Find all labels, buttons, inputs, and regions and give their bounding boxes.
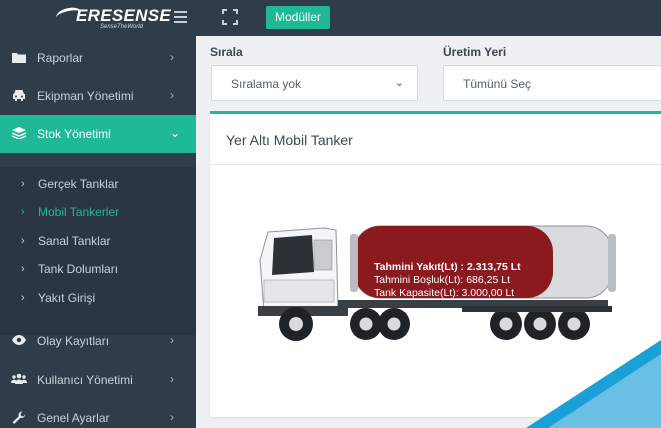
- chevron-right-icon: ›: [170, 333, 174, 347]
- sidebar-item-reports[interactable]: Raporlar ›: [0, 39, 196, 77]
- submenu-item-label: Tank Dolumları: [38, 262, 119, 276]
- submenu-item-tank-fillings[interactable]: › Tank Dolumları: [0, 256, 196, 284]
- chevron-right-icon: ›: [21, 235, 25, 247]
- tank-info-overlay: Tahmini Yakıt(Lt) : 2.313,75 Lt Tahmini …: [374, 261, 554, 300]
- estimated-space-text: Tahmini Boşluk(Lt): 686,25 Lt: [374, 274, 510, 286]
- chevron-right-icon: ›: [21, 292, 25, 304]
- sort-select[interactable]: Sıralama yok ⌄: [211, 65, 418, 101]
- chevron-down-icon: ⌄: [394, 77, 404, 89]
- production-site-select[interactable]: Tümünü Seç: [443, 65, 661, 101]
- submenu-item-label: Sanal Tanklar: [38, 234, 111, 248]
- folder-icon: [11, 51, 27, 65]
- sidebar-item-label: Ekipman Yönetimi: [37, 89, 134, 103]
- chevron-right-icon: ›: [21, 263, 25, 275]
- modules-button[interactable]: Modüller: [266, 6, 331, 29]
- fullscreen-icon[interactable]: [222, 9, 238, 25]
- sidebar-item-label: Raporlar: [37, 51, 84, 65]
- wrench-icon: [11, 411, 27, 425]
- chevron-right-icon: ›: [21, 206, 25, 218]
- sidebar: Raporlar › Ekipman Yönetimi › Stok Yönet…: [0, 36, 196, 428]
- tank-capacity-text: Tank Kapasite(Lt): 3.000,00 Lt: [374, 287, 515, 299]
- sort-label: Sırala: [210, 45, 243, 59]
- chevron-down-icon: ⌄: [170, 126, 181, 140]
- sidebar-item-label: Genel Ayarlar: [37, 411, 110, 425]
- layers-icon: [11, 127, 27, 141]
- sidebar-item-users[interactable]: Kullanıcı Yönetimi ›: [0, 361, 196, 399]
- chevron-right-icon: ›: [170, 88, 174, 102]
- sidebar-item-equipment[interactable]: Ekipman Yönetimi ›: [0, 77, 196, 115]
- logo-text: ERESENSE: [76, 6, 171, 25]
- submenu-item-label: Mobil Tankerler: [38, 205, 120, 219]
- submenu-item-mobile-tankers[interactable]: › Mobil Tankerler: [0, 199, 196, 227]
- eye-icon: [11, 334, 27, 348]
- chevron-right-icon: ›: [170, 50, 174, 64]
- submenu-item-fuel-entry[interactable]: › Yakıt Girişi: [0, 285, 196, 313]
- sidebar-item-label: Olay Kayıtları: [37, 334, 110, 348]
- car-icon: [11, 89, 27, 103]
- sidebar-item-events[interactable]: Olay Kayıtları ›: [0, 322, 196, 360]
- decorative-corner-triangle: [526, 340, 661, 428]
- chevron-right-icon: ›: [170, 372, 174, 386]
- submenu-item-label: Gerçek Tanklar: [38, 177, 119, 191]
- menu-toggle-icon[interactable]: [174, 11, 187, 23]
- sort-select-value: Sıralama yok: [231, 77, 302, 91]
- top-bar: ERESENSE SenseTheWorld Modüller: [0, 0, 661, 36]
- sidebar-item-stock[interactable]: Stok Yönetimi ⌄: [0, 115, 196, 153]
- estimated-fuel-text: Tahmini Yakıt(Lt) : 2.313,75 Lt: [374, 261, 521, 273]
- stock-submenu: › Gerçek Tanklar › Mobil Tankerler › San…: [0, 167, 196, 335]
- card-divider: [210, 164, 661, 165]
- submenu-item-label: Yakıt Girişi: [38, 291, 96, 305]
- logo[interactable]: ERESENSE SenseTheWorld: [54, 5, 172, 32]
- sidebar-item-label: Kullanıcı Yönetimi: [37, 373, 133, 387]
- production-site-select-value: Tümünü Seç: [463, 77, 532, 91]
- card-title: Yer Altı Mobil Tanker: [226, 132, 353, 148]
- sidebar-item-label: Stok Yönetimi: [37, 127, 111, 141]
- sidebar-item-settings[interactable]: Genel Ayarlar ›: [0, 399, 196, 428]
- chevron-right-icon: ›: [21, 178, 25, 190]
- submenu-item-virtual-tanks[interactable]: › Sanal Tanklar: [0, 228, 196, 256]
- chevron-right-icon: ›: [170, 410, 174, 424]
- production-site-label: Üretim Yeri: [443, 45, 507, 59]
- submenu-item-real-tanks[interactable]: › Gerçek Tanklar: [0, 171, 196, 199]
- logo-tagline: SenseTheWorld: [100, 24, 144, 30]
- users-icon: [11, 373, 27, 387]
